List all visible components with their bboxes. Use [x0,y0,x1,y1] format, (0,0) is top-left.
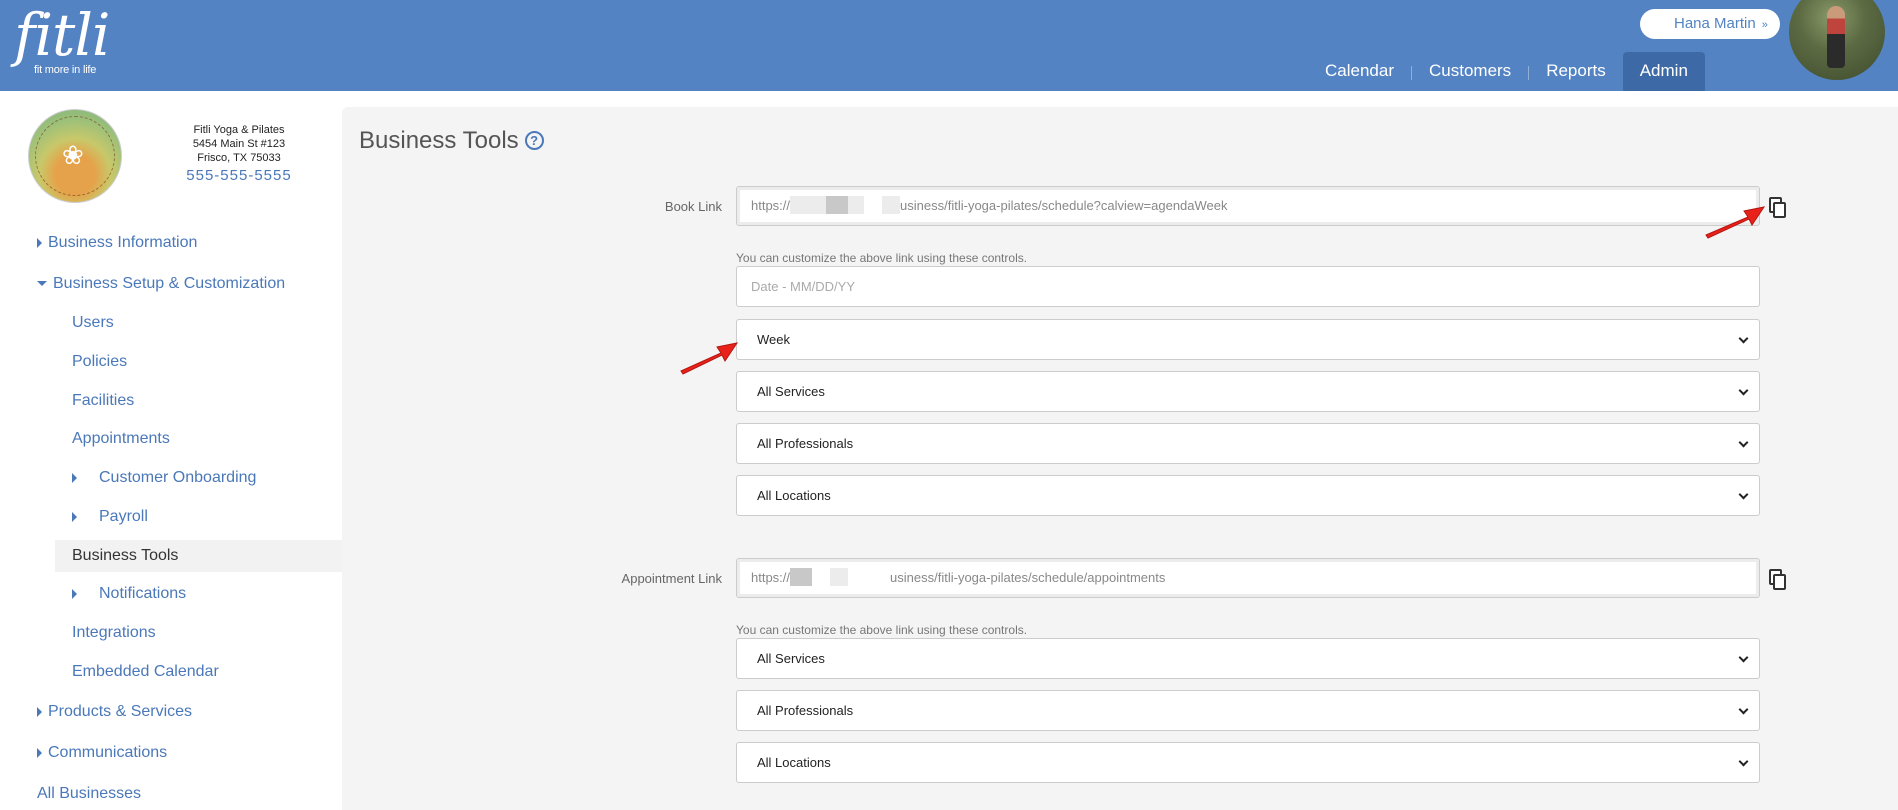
sidebar-item-label: Customer Onboarding [99,469,257,486]
business-address-line1: 5454 Main St #123 [192,138,286,150]
sidebar-item-integrations[interactable]: Integrations [72,617,156,649]
caret-right-icon [72,472,77,483]
user-name: Hana Martin [1674,15,1756,32]
sidebar-item-customer-onboarding[interactable]: Customer Onboarding [72,462,256,494]
nav-reports[interactable]: Reports [1529,52,1623,91]
sidebar-item-label: Notifications [99,585,187,602]
book-link-hint: You can customize the above link using t… [736,251,1028,265]
sidebar-item-embedded-calendar[interactable]: Embedded Calendar [72,656,219,688]
business-info: Fitli Yoga & Pilates 5454 Main St #123 F… [160,123,318,183]
appointment-locations-select[interactable]: All Locations [736,742,1760,783]
business-logo: ❀ [28,109,122,203]
caret-right-icon [72,511,77,522]
annotation-arrow-icon [680,342,739,375]
caret-down-icon [37,281,47,287]
sidebar-item-all-businesses[interactable]: All Businesses [37,778,141,810]
sidebar-item-notifications[interactable]: Notifications [72,578,186,610]
appointment-professionals-select[interactable]: All Professionals [736,690,1760,731]
main-nav: Calendar Customers Reports Admin [1308,52,1705,91]
annotation-arrow-icon [1705,206,1766,239]
copy-book-link-icon[interactable] [1767,195,1789,219]
sidebar-item-label: Business Information [48,234,198,251]
appointment-services-value: All Services [757,651,825,666]
main-panel: Business Tools? Book Link https:// usines… [342,107,1898,810]
business-phone[interactable]: 555-555-5555 [160,168,318,183]
services-select[interactable]: All Services [736,371,1760,412]
locations-select-value: All Locations [757,488,831,503]
appointment-link-hint: You can customize the above link using t… [736,623,1028,637]
view-select-value: Week [757,332,790,347]
book-link-label: Book Link [664,199,722,214]
sidebar-item-policies[interactable]: Policies [72,346,127,378]
business-name: Fitli Yoga & Pilates [193,124,285,136]
chevron-down-icon [1738,333,1749,344]
chevron-down-icon [1738,704,1749,715]
appointment-link-url-start: https:// [751,570,791,585]
sidebar-item-business-setup[interactable]: Business Setup & Customization [37,268,285,300]
sidebar: ❀ Fitli Yoga & Pilates 5454 Main St #123… [0,91,342,810]
logo-tagline: fit more in life [34,64,97,76]
copy-appointment-link-icon[interactable] [1767,567,1789,591]
locations-select[interactable]: All Locations [736,475,1760,516]
sidebar-item-facilities[interactable]: Facilities [72,385,134,417]
book-link-field[interactable]: https:// usiness/fitli-yoga-pilates/sched… [736,186,1760,226]
page-title: Business Tools? [359,127,544,155]
chevron-down-icon [1738,437,1749,448]
professionals-select-value: All Professionals [757,436,854,451]
sidebar-item-payroll[interactable]: Payroll [72,501,148,533]
help-icon[interactable]: ? [524,131,544,150]
services-select-value: All Services [757,384,825,399]
book-link-url-start: https:// [751,198,791,213]
caret-right-icon [37,237,42,248]
professionals-select[interactable]: All Professionals [736,423,1760,464]
appointment-services-select[interactable]: All Services [736,638,1760,679]
sidebar-item-label: Payroll [99,508,148,525]
chevron-down-icon: » [1761,19,1768,31]
top-bar: fitli fit more in life Hana Martin » Cale… [0,0,1898,91]
book-link-url-end: usiness/fitli-yoga-pilates/schedule?calv… [900,198,1228,213]
chevron-down-icon [1738,385,1749,396]
view-select[interactable]: Week [736,319,1760,360]
page-title-text: Business Tools [359,127,519,154]
nav-admin[interactable]: Admin [1622,52,1705,91]
avatar[interactable] [1789,0,1885,80]
sidebar-item-appointments[interactable]: Appointments [72,423,170,455]
user-menu-button[interactable]: Hana Martin » [1640,9,1780,39]
sidebar-item-business-tools[interactable]: Business Tools [55,540,342,572]
caret-right-icon [37,706,42,717]
sidebar-item-business-information[interactable]: Business Information [37,227,197,259]
appointment-link-field[interactable]: https:// usiness/fitli-yoga-pilates/sched… [736,558,1760,598]
appointment-professionals-value: All Professionals [757,703,854,718]
chevron-down-icon [1738,489,1749,500]
date-input[interactable]: Date - MM/DD/YY [736,266,1760,307]
sidebar-item-label: Business Setup & Customization [53,275,286,292]
nav-calendar[interactable]: Calendar [1308,52,1411,91]
caret-right-icon [37,747,42,758]
chevron-down-icon [1738,652,1749,663]
caret-right-icon [72,588,77,599]
appointment-link-url-end: usiness/fitli-yoga-pilates/schedule/appo… [890,570,1166,585]
business-address-line2: Frisco, TX 75033 [197,152,281,164]
nav-customers[interactable]: Customers [1412,52,1528,91]
logo-wordmark: fitli [14,1,110,69]
sidebar-item-communications[interactable]: Communications [37,737,167,769]
sidebar-item-label: Products & Services [48,703,193,720]
sidebar-item-label: Communications [48,744,168,761]
sidebar-item-products-services[interactable]: Products & Services [37,696,192,728]
appointment-link-label: Appointment Link [621,571,722,586]
appointment-locations-value: All Locations [757,755,831,770]
fitli-logo[interactable]: fitli fit more in life [14,1,110,76]
chevron-down-icon [1738,756,1749,767]
sidebar-item-users[interactable]: Users [72,307,114,339]
